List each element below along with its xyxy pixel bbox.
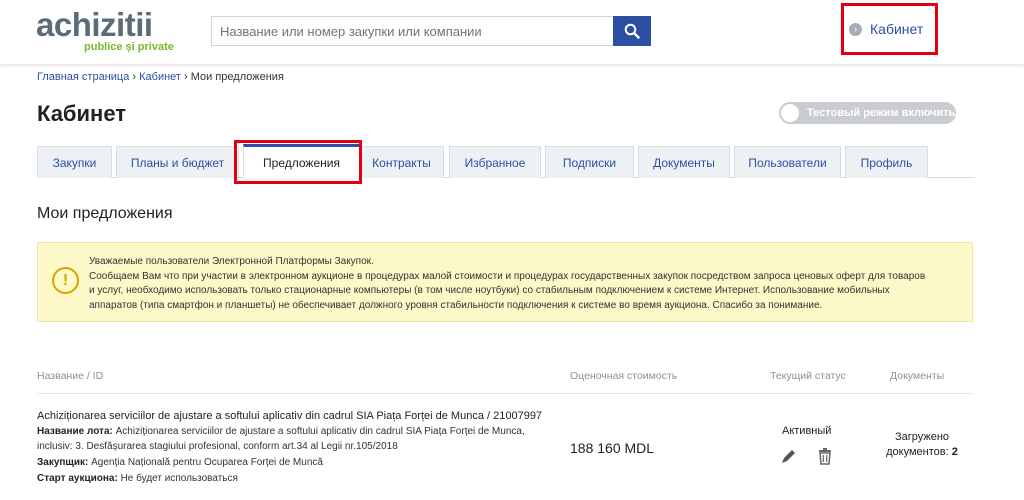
lot-label: Название лота: [37,426,113,437]
tab-users[interactable]: Пользователи [734,146,841,178]
tab-procurements[interactable]: Закупки [37,146,112,178]
cabinet-link[interactable]: › Кабинет [841,3,938,55]
auction-start-value: Не будет использоваться [117,473,238,484]
documents-count-line: документов: 2 [882,445,962,460]
tab-favorites[interactable]: Избранное [449,146,541,178]
tab-subscriptions[interactable]: Подписки [545,146,634,178]
offer-title-link[interactable]: Achiziționarea serviciilor de ajustare a… [37,410,542,422]
edit-icon[interactable] [780,447,798,465]
buyer-label: Закупщик: [37,457,89,468]
column-header-documents[interactable]: Документы [890,370,944,382]
notice-text: Уважаемые пользователи Электронной Платф… [89,255,959,313]
top-header: achizitii publice și private › Кабинет [0,0,1024,64]
lot-name-cont: inclusiv: 3. Desfășurarea stagiului prof… [37,441,398,452]
breadcrumb-cabinet[interactable]: Кабинет [139,71,181,83]
arrow-right-icon: › [849,22,862,36]
documents-count-value: 2 [951,446,958,458]
tab-profile[interactable]: Профиль [845,146,928,178]
lot-value: Achiziționarea serviciilor de ajustare a… [112,426,525,437]
auction-start: Старт аукциона: Не будет использоваться [37,473,238,484]
breadcrumb-separator: › [180,71,191,83]
highlight-box [234,140,362,184]
breadcrumb-separator: › [129,71,140,83]
notice-banner: ! Уважаемые пользователи Электронной Пла… [37,242,973,322]
lot-name: Название лота: Achiziționarea serviciilo… [37,426,525,437]
cabinet-link-label: Кабинет [870,21,924,37]
notice-line: аппаратов (типа смартфон и планшеты) не … [89,299,823,311]
column-header-name[interactable]: Название / ID [37,370,103,382]
breadcrumb: Главная страница › Кабинет › Мои предлож… [37,71,284,83]
page-title: Кабинет [37,101,127,126]
logo-subtitle: publice și private [84,41,174,53]
tab-plans-budget[interactable]: Планы и бюджет [116,146,239,178]
logo-text: achizitii [36,6,153,43]
status-badge: Активный [782,425,832,437]
test-mode-toggle[interactable]: Тестовый режим включить [779,102,956,124]
logo[interactable]: achizitii publice și private [36,6,186,58]
search-bar [211,16,651,46]
documents-uploaded-label: Загружено [894,431,950,443]
breadcrumb-home[interactable]: Главная страница [37,71,129,83]
trash-icon[interactable] [816,447,834,465]
warning-icon: ! [52,267,79,294]
buyer: Закупщик: Agenția Națională pentru Ocupa… [37,457,323,468]
test-mode-label: Тестовый режим включить [807,107,956,119]
column-header-status[interactable]: Текущий статус [770,370,846,382]
search-icon [624,23,640,39]
table-divider [37,393,973,394]
notice-line: Уважаемые пользователи Электронной Платф… [89,256,374,267]
auction-start-label: Старт аукциона: [37,473,118,484]
notice-line: Сообщаем Вам что при участии в электронн… [89,270,926,282]
search-input[interactable] [212,17,612,45]
column-header-cost[interactable]: Оценочная стоимость [570,370,677,382]
documents-count: Загружено документов: 2 [882,430,962,460]
estimated-cost: 188 160 MDL [570,440,655,456]
toggle-knob [781,104,799,122]
search-button[interactable] [613,16,651,46]
breadcrumb-current: Мои предложения [190,71,284,83]
tab-bar: Закупки Планы и бюджет Предложения Контр… [37,144,975,178]
tab-documents[interactable]: Документы [638,146,730,178]
documents-count-label: документов: [886,446,949,458]
notice-line: и услуг, необходимо использовать только … [89,285,890,296]
section-title: Мои предложения [37,205,173,222]
buyer-value: Agenția Națională pentru Ocuparea Forței… [88,457,323,468]
tab-contracts[interactable]: Контракты [359,146,444,178]
